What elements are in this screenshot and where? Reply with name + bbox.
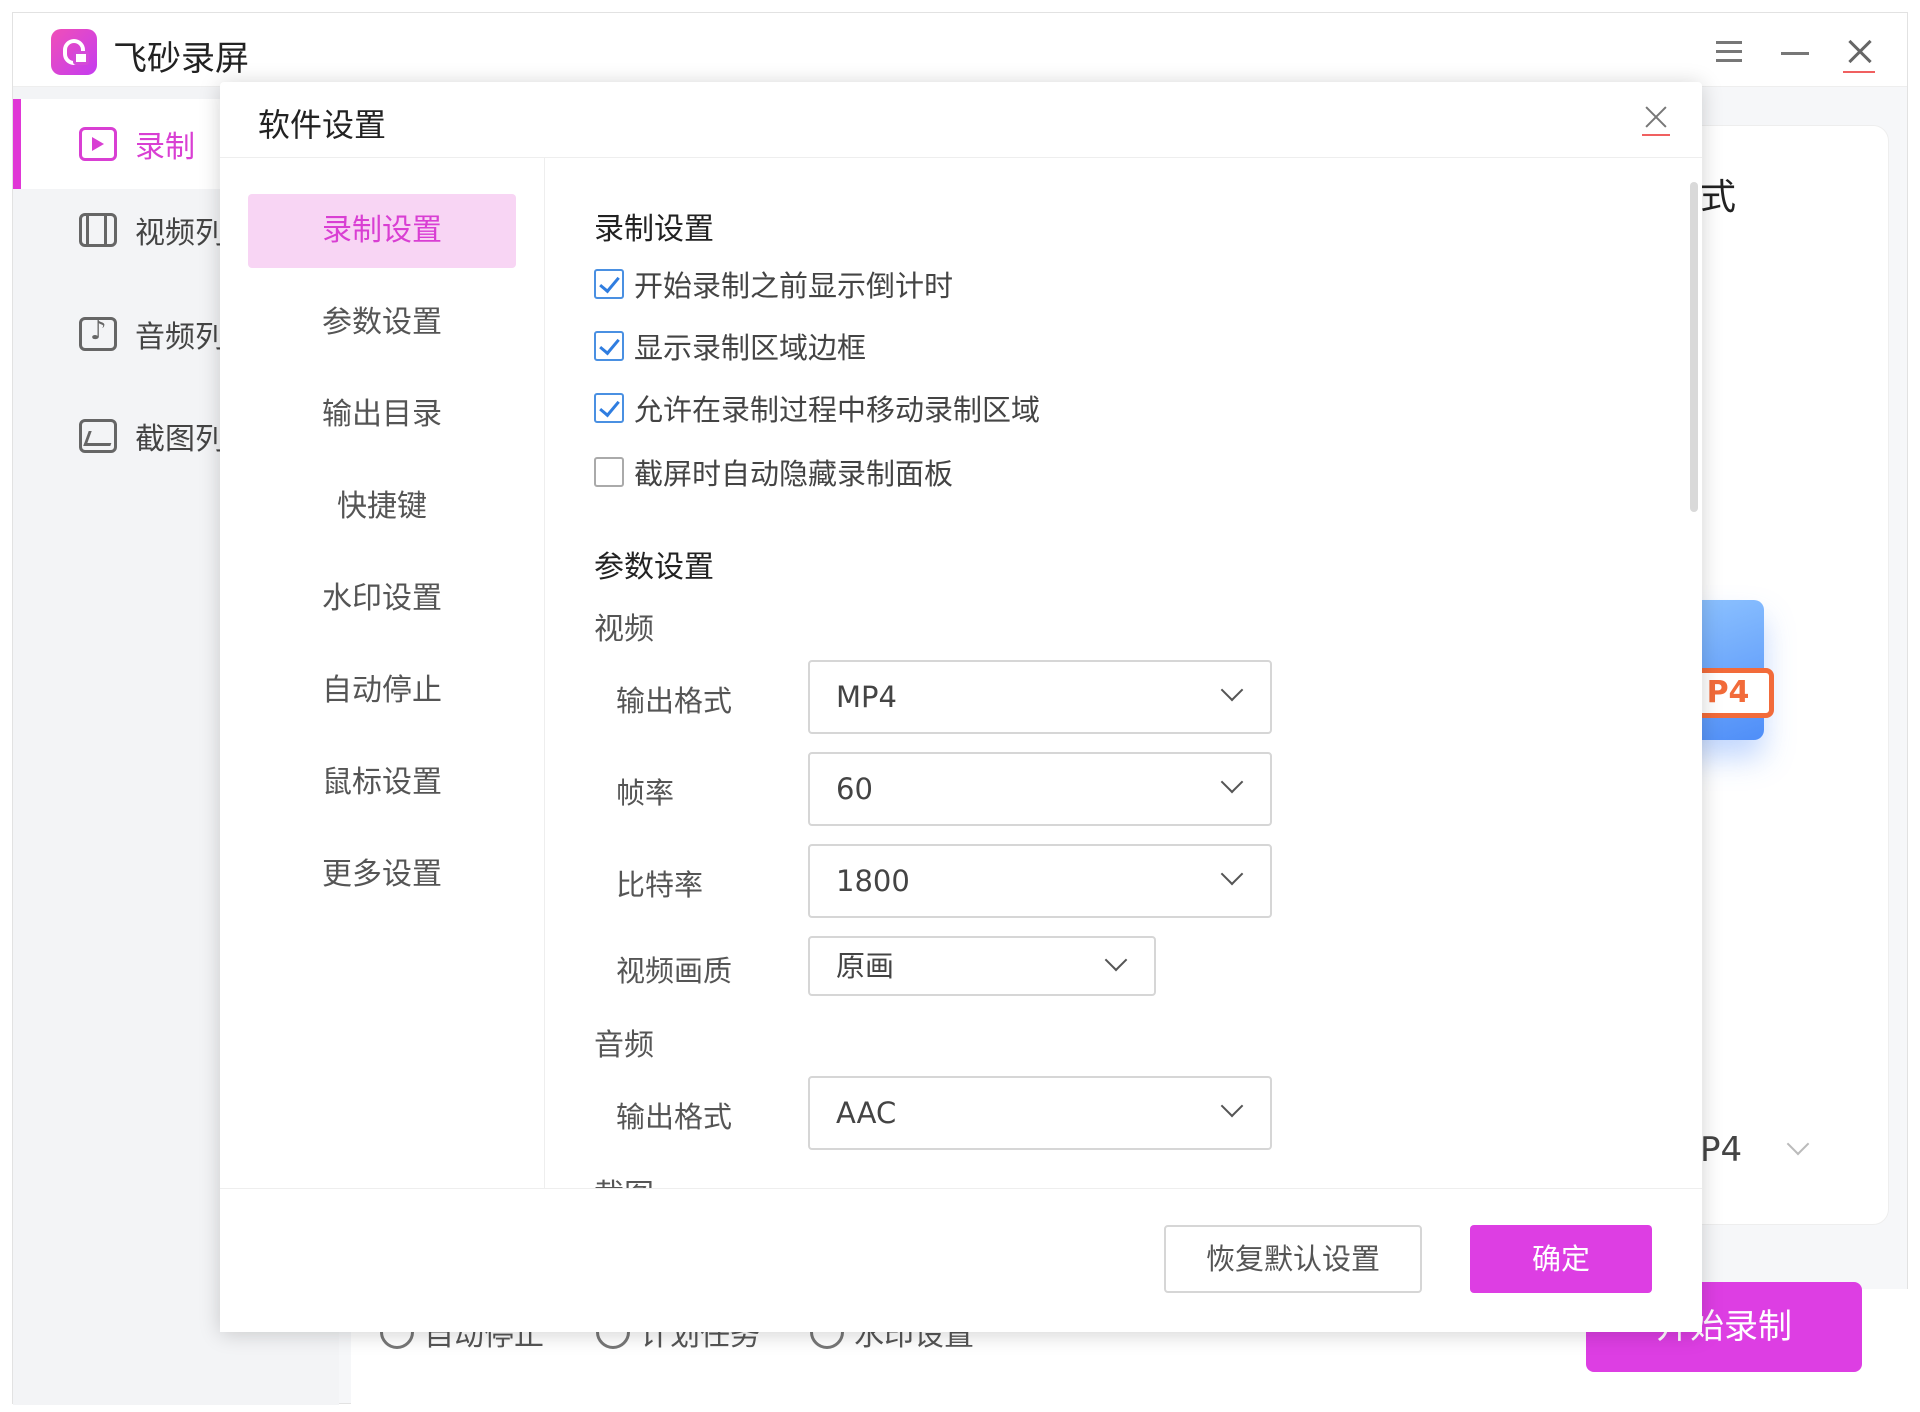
option-show-border[interactable]: 显示录制区域边框 bbox=[594, 326, 866, 366]
dialog-title: 软件设置 bbox=[258, 106, 387, 144]
close-underline bbox=[1843, 71, 1875, 73]
nav-watermark[interactable]: 水印设置 bbox=[248, 562, 516, 636]
option-hide-panel[interactable]: 截屏时自动隐藏录制面板 bbox=[594, 452, 953, 492]
framerate-select[interactable]: 60 bbox=[808, 752, 1272, 826]
sidebar-item-label: 音频列 bbox=[135, 320, 225, 355]
audio-list-icon bbox=[79, 316, 117, 351]
chevron-down-icon bbox=[1220, 678, 1244, 702]
settings-dialog: 软件设置 录制设置 参数设置 输出目录 快捷键 水印设置 自动停止 鼠标设置 更… bbox=[220, 82, 1702, 1332]
title-bar: 飞砂录屏 bbox=[13, 13, 1907, 87]
close-window-icon[interactable] bbox=[1843, 35, 1875, 67]
video-format-select[interactable]: MP4 bbox=[808, 660, 1272, 734]
checkbox[interactable] bbox=[594, 269, 624, 299]
close-dialog-icon[interactable] bbox=[1642, 102, 1672, 136]
record-settings-title: 录制设置 bbox=[594, 212, 714, 247]
dialog-header: 软件设置 bbox=[220, 82, 1702, 158]
nav-auto-stop[interactable]: 自动停止 bbox=[248, 654, 516, 728]
bitrate-select[interactable]: 1800 bbox=[808, 844, 1272, 918]
dialog-footer: 恢复默认设置 确定 bbox=[220, 1188, 1702, 1332]
option-label: 允许在录制过程中移动录制区域 bbox=[634, 393, 1041, 427]
video-subtitle: 视频 bbox=[594, 612, 654, 647]
sidebar-item-label: 录制 bbox=[135, 130, 195, 165]
chevron-down-icon bbox=[1104, 948, 1128, 972]
audio-format-label: 输出格式 bbox=[616, 1100, 733, 1134]
param-settings-title: 参数设置 bbox=[594, 550, 714, 585]
content-scrollbar[interactable] bbox=[1690, 182, 1698, 512]
app-title: 飞砂录屏 bbox=[113, 39, 249, 79]
select-value: MP4 bbox=[836, 680, 897, 714]
nav-param-settings[interactable]: 参数设置 bbox=[248, 286, 516, 360]
nav-more[interactable]: 更多设置 bbox=[248, 838, 516, 912]
select-value: 60 bbox=[836, 772, 873, 806]
reset-defaults-button[interactable]: 恢复默认设置 bbox=[1164, 1225, 1422, 1293]
option-label: 截屏时自动隐藏录制面板 bbox=[634, 457, 954, 491]
app-logo-icon bbox=[51, 29, 97, 75]
minimize-icon[interactable] bbox=[1779, 35, 1811, 67]
menu-icon[interactable] bbox=[1713, 35, 1745, 67]
nav-output-dir[interactable]: 输出目录 bbox=[248, 378, 516, 452]
record-icon bbox=[79, 127, 117, 161]
bitrate-label: 比特率 bbox=[616, 868, 704, 902]
chevron-down-icon bbox=[1220, 770, 1244, 794]
screenshot-subtitle: 截图 bbox=[594, 1170, 654, 1188]
format-select-value[interactable]: P4 bbox=[1700, 1130, 1742, 1170]
nav-hotkeys[interactable]: 快捷键 bbox=[248, 470, 516, 544]
video-quality-select[interactable]: 原画 bbox=[808, 936, 1156, 996]
checkbox[interactable] bbox=[594, 393, 624, 423]
option-label: 开始录制之前显示倒计时 bbox=[634, 269, 954, 303]
framerate-label: 帧率 bbox=[616, 776, 675, 810]
checkbox[interactable] bbox=[594, 331, 624, 361]
video-quality-label: 视频画质 bbox=[616, 954, 733, 988]
screenshot-list-icon bbox=[79, 419, 117, 453]
checkbox[interactable] bbox=[594, 457, 624, 487]
sidebar-item-label: 视频列 bbox=[135, 216, 225, 251]
nav-mouse[interactable]: 鼠标设置 bbox=[248, 746, 516, 820]
select-value: 1800 bbox=[836, 864, 910, 898]
chevron-down-icon bbox=[1220, 862, 1244, 886]
confirm-button[interactable]: 确定 bbox=[1470, 1225, 1652, 1293]
select-value: AAC bbox=[836, 1096, 897, 1130]
sidebar-item-label: 截图列 bbox=[135, 422, 225, 457]
nav-record-settings[interactable]: 录制设置 bbox=[248, 194, 516, 268]
option-countdown[interactable]: 开始录制之前显示倒计时 bbox=[594, 264, 953, 304]
select-value: 原画 bbox=[836, 949, 895, 983]
option-label: 显示录制区域边框 bbox=[634, 331, 867, 365]
format-title: 式 bbox=[1700, 177, 1737, 218]
audio-subtitle: 音频 bbox=[594, 1028, 654, 1063]
chevron-down-icon bbox=[1220, 1094, 1244, 1118]
settings-content: 录制设置 开始录制之前显示倒计时 显示录制区域边框 允许在录制过程中移动录制区域… bbox=[546, 158, 1676, 1188]
settings-nav: 录制设置 参数设置 输出目录 快捷键 水印设置 自动停止 鼠标设置 更多设置 bbox=[220, 158, 545, 1188]
audio-format-select[interactable]: AAC bbox=[808, 1076, 1272, 1150]
video-format-label: 输出格式 bbox=[616, 684, 733, 718]
option-move-area[interactable]: 允许在录制过程中移动录制区域 bbox=[594, 388, 1040, 428]
video-list-icon bbox=[79, 213, 117, 247]
